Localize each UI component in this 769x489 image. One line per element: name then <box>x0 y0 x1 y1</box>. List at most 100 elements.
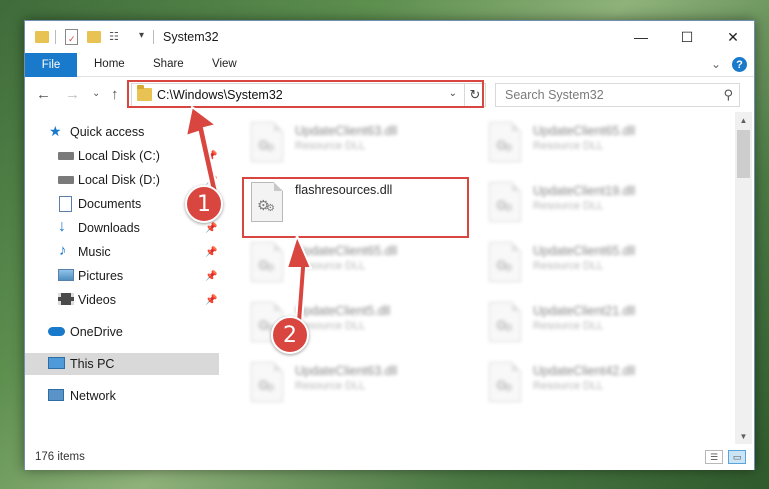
list-item[interactable]: ⚙ ⚙ UpdateClient63.dll Resource DLL <box>245 356 473 406</box>
help-icon[interactable]: ? <box>732 57 747 72</box>
separator <box>55 30 56 44</box>
sidebar-item-pictures[interactable]: Pictures 📌 <box>25 265 219 287</box>
file-name: UpdateClient63.dll <box>295 124 398 138</box>
sidebar-item-label: OneDrive <box>70 325 123 339</box>
download-icon: ↓ <box>58 218 66 235</box>
vertical-scrollbar[interactable]: ▲ ▼ <box>735 112 752 444</box>
file-type: Resource DLL <box>533 380 604 392</box>
sidebar-item-quick-access[interactable]: ★ Quick access <box>25 121 219 143</box>
item-count: 176 items <box>35 451 85 463</box>
recent-locations-icon[interactable]: ⌄ <box>92 88 100 99</box>
sidebar-item-label: Documents <box>78 197 142 211</box>
computer-icon <box>48 357 65 369</box>
search-input[interactable]: Search System32 <box>505 88 604 102</box>
pin-icon: 📌 <box>205 150 218 162</box>
tab-file[interactable]: File <box>25 53 77 77</box>
search-box[interactable]: Search System32 ⚲ <box>495 83 740 107</box>
file-name: UpdateClient5.dll <box>295 304 391 318</box>
sidebar-item-videos[interactable]: Videos 📌 <box>25 289 219 311</box>
network-icon <box>48 389 64 401</box>
details-view-icon[interactable]: ☰ <box>705 450 723 464</box>
sidebar-item-label: Local Disk (C:) <box>78 149 160 163</box>
search-icon: ⚲ <box>723 87 733 102</box>
scroll-thumb[interactable] <box>737 130 750 178</box>
customize-view-icon[interactable]: ☷ <box>109 29 123 45</box>
file-name: UpdateClient19.dll <box>533 184 636 198</box>
sidebar-item-music[interactable]: ♪ Music 📌 <box>25 241 219 263</box>
list-item[interactable]: ⚙ ⚙ UpdateClient63.dll Resource DLL <box>245 116 473 166</box>
status-bar: 176 items ☰ ▭ <box>25 444 754 470</box>
qa-dropdown-icon[interactable]: ▾ <box>139 30 144 41</box>
dll-file-icon: ⚙ ⚙ <box>489 242 521 282</box>
folder-icon <box>35 31 49 43</box>
dll-file-icon: ⚙ ⚙ <box>251 362 283 402</box>
tab-share[interactable]: Share <box>153 58 184 70</box>
sidebar-item-this-pc[interactable]: This PC <box>25 353 219 375</box>
file-type: Resource DLL <box>295 380 366 392</box>
file-type: Resource DLL <box>533 260 604 272</box>
file-type: Resource DLL <box>533 200 604 212</box>
music-icon: ♪ <box>59 242 67 259</box>
file-name: UpdateClient65.dll <box>533 244 636 258</box>
pin-icon: 📌 <box>205 174 218 186</box>
file-list: ⚙ ⚙ UpdateClient63.dll Resource DLL ⚙ ⚙ Up… <box>219 112 735 444</box>
properties-icon[interactable]: ✓ <box>65 29 78 45</box>
dll-file-icon: ⚙ ⚙ <box>489 362 521 402</box>
pin-icon: 📌 <box>205 294 218 306</box>
file-name: UpdateClient65.dll <box>533 124 636 138</box>
file-type: Resource DLL <box>533 140 604 152</box>
pin-icon: 📌 <box>205 222 218 234</box>
star-icon: ★ <box>49 123 62 139</box>
drive-icon <box>58 176 74 184</box>
step-2-badge: 2 <box>271 316 309 354</box>
dll-file-icon: ⚙ ⚙ <box>489 182 521 222</box>
sidebar-item-label: This PC <box>70 357 115 371</box>
documents-icon <box>59 196 72 212</box>
list-item[interactable]: ⚙ ⚙ UpdateClient65.dll Resource DLL <box>483 116 711 166</box>
scroll-down-icon[interactable]: ▼ <box>735 428 752 444</box>
navigation-pane: ★ Quick access Local Disk (C:) 📌 Local D… <box>25 112 219 444</box>
expand-ribbon-icon[interactable]: ⌄ <box>711 57 721 71</box>
sidebar-item-network[interactable]: Network <box>25 385 219 407</box>
back-arrow-icon[interactable]: ← <box>36 86 51 103</box>
tab-view[interactable]: View <box>212 58 237 70</box>
dll-file-icon: ⚙ ⚙ <box>251 242 283 282</box>
new-folder-icon[interactable] <box>87 31 101 43</box>
close-button[interactable]: ✕ <box>710 21 756 53</box>
pin-icon: 📌 <box>205 246 218 258</box>
step-1-badge: 1 <box>185 185 223 223</box>
separator <box>153 30 154 44</box>
videos-icon <box>58 293 74 305</box>
list-item[interactable]: ⚙ ⚙ UpdateClient42.dll Resource DLL <box>483 356 711 406</box>
window-title: System32 <box>163 30 219 44</box>
sidebar-item-downloads[interactable]: ↓ Downloads 📌 <box>25 217 219 239</box>
sidebar-item-onedrive[interactable]: OneDrive <box>25 321 219 343</box>
tab-home[interactable]: Home <box>94 58 125 70</box>
list-item[interactable]: ⚙ ⚙ UpdateClient65.dll Resource DLL <box>483 236 711 286</box>
dll-file-icon: ⚙ ⚙ <box>489 122 521 162</box>
sidebar-item-label: Network <box>70 389 116 403</box>
list-item[interactable]: ⚙ ⚙ UpdateClient65.dll Resource DLL <box>245 236 473 286</box>
maximize-button[interactable]: ☐ <box>664 21 710 53</box>
file-name: UpdateClient42.dll <box>533 364 636 378</box>
tiles-view-icon[interactable]: ▭ <box>728 450 746 464</box>
sidebar-item-label: Quick access <box>70 125 145 139</box>
title-bar: ✓ ☷ ▾ System32 — ☐ ✕ <box>25 21 754 53</box>
sidebar-item-local-disk-d[interactable]: Local Disk (D:) 📌 <box>25 169 219 191</box>
list-item[interactable]: ⚙ ⚙ UpdateClient19.dll Resource DLL <box>483 176 711 226</box>
sidebar-item-label: Local Disk (D:) <box>78 173 160 187</box>
sidebar-item-label: Videos <box>78 293 116 307</box>
file-name: UpdateClient21.dll <box>533 304 636 318</box>
forward-arrow-icon[interactable]: → <box>65 86 80 103</box>
scroll-up-icon[interactable]: ▲ <box>735 112 752 128</box>
address-bar-highlight <box>127 80 484 108</box>
file-type: Resource DLL <box>295 260 366 272</box>
up-arrow-icon[interactable]: ↑ <box>111 86 119 103</box>
pictures-icon <box>58 269 74 281</box>
minimize-button[interactable]: — <box>618 21 664 53</box>
ribbon-tabs: File Home Share View ⌄ ? <box>25 53 754 77</box>
sidebar-item-local-disk-c[interactable]: Local Disk (C:) 📌 <box>25 145 219 167</box>
cloud-icon <box>48 327 65 336</box>
file-type: Resource DLL <box>533 320 604 332</box>
list-item[interactable]: ⚙ ⚙ UpdateClient21.dll Resource DLL <box>483 296 711 346</box>
